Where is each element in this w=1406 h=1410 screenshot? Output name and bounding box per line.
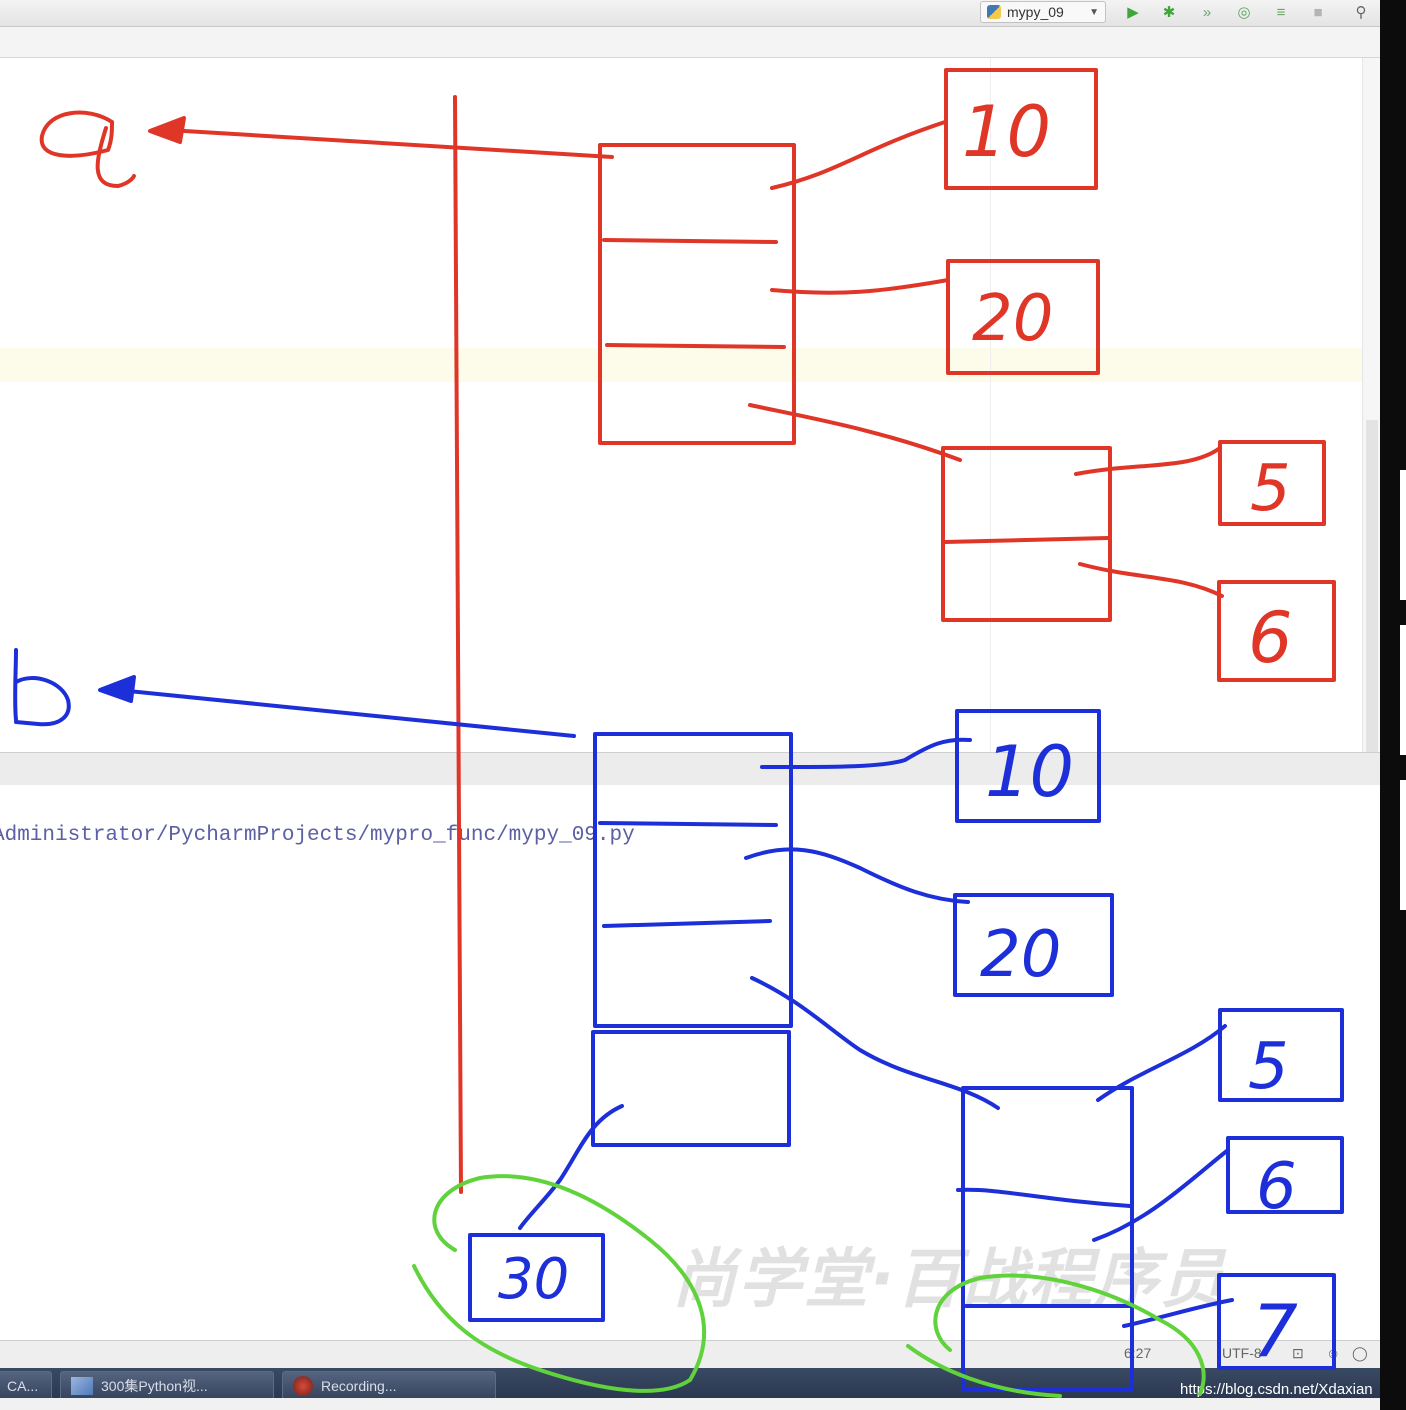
- blue-value-6: 6: [1256, 1150, 1297, 1224]
- ref-line: [748, 403, 962, 462]
- arrow-head: [98, 675, 136, 703]
- slot-divider: [943, 536, 1110, 544]
- divider-line: [453, 95, 463, 1194]
- letter-b: [13, 648, 71, 727]
- ref-line: [1092, 1148, 1230, 1242]
- ref-line: [1074, 446, 1222, 476]
- red-value-6: 6: [1248, 597, 1293, 679]
- ref-line: [770, 278, 950, 295]
- ref-line: [744, 847, 970, 904]
- blue-value-7: 7: [1252, 1289, 1298, 1373]
- arrow-to-b: [116, 688, 576, 738]
- blue-value-20: 20: [980, 918, 1061, 992]
- blue-value-10: 10: [985, 731, 1074, 813]
- slot-divider: [602, 238, 778, 244]
- ref-line: [770, 120, 947, 190]
- ref-line: [1122, 1298, 1234, 1328]
- slot-divider: [605, 343, 786, 349]
- ref-line: [760, 737, 972, 770]
- list-box-a: [598, 143, 796, 445]
- red-value-20: 20: [972, 282, 1053, 356]
- sublist-box: [961, 1086, 1134, 1392]
- blue-annotations: [13, 648, 1344, 1392]
- slot-divider: [602, 919, 772, 928]
- arrow-to-a: [166, 128, 614, 159]
- appended-slot: [591, 1030, 791, 1147]
- red-value-5: 5: [1250, 452, 1291, 526]
- slot-divider: [598, 821, 778, 827]
- blue-value-30: 30: [498, 1247, 569, 1312]
- blue-value-5: 5: [1248, 1030, 1289, 1104]
- letter-a: [39, 110, 136, 188]
- highlight-circle: [906, 1273, 1206, 1398]
- red-annotations: [39, 68, 1336, 1194]
- ref-line: [1096, 1024, 1227, 1102]
- ref-line: [1078, 562, 1224, 598]
- arrow-head: [148, 116, 186, 144]
- annotation-overlay: 10 20 5 6 10 20 5 6 7 30: [13, 68, 1344, 1398]
- slot-divider: [956, 1187, 1132, 1208]
- red-value-10: 10: [962, 91, 1051, 173]
